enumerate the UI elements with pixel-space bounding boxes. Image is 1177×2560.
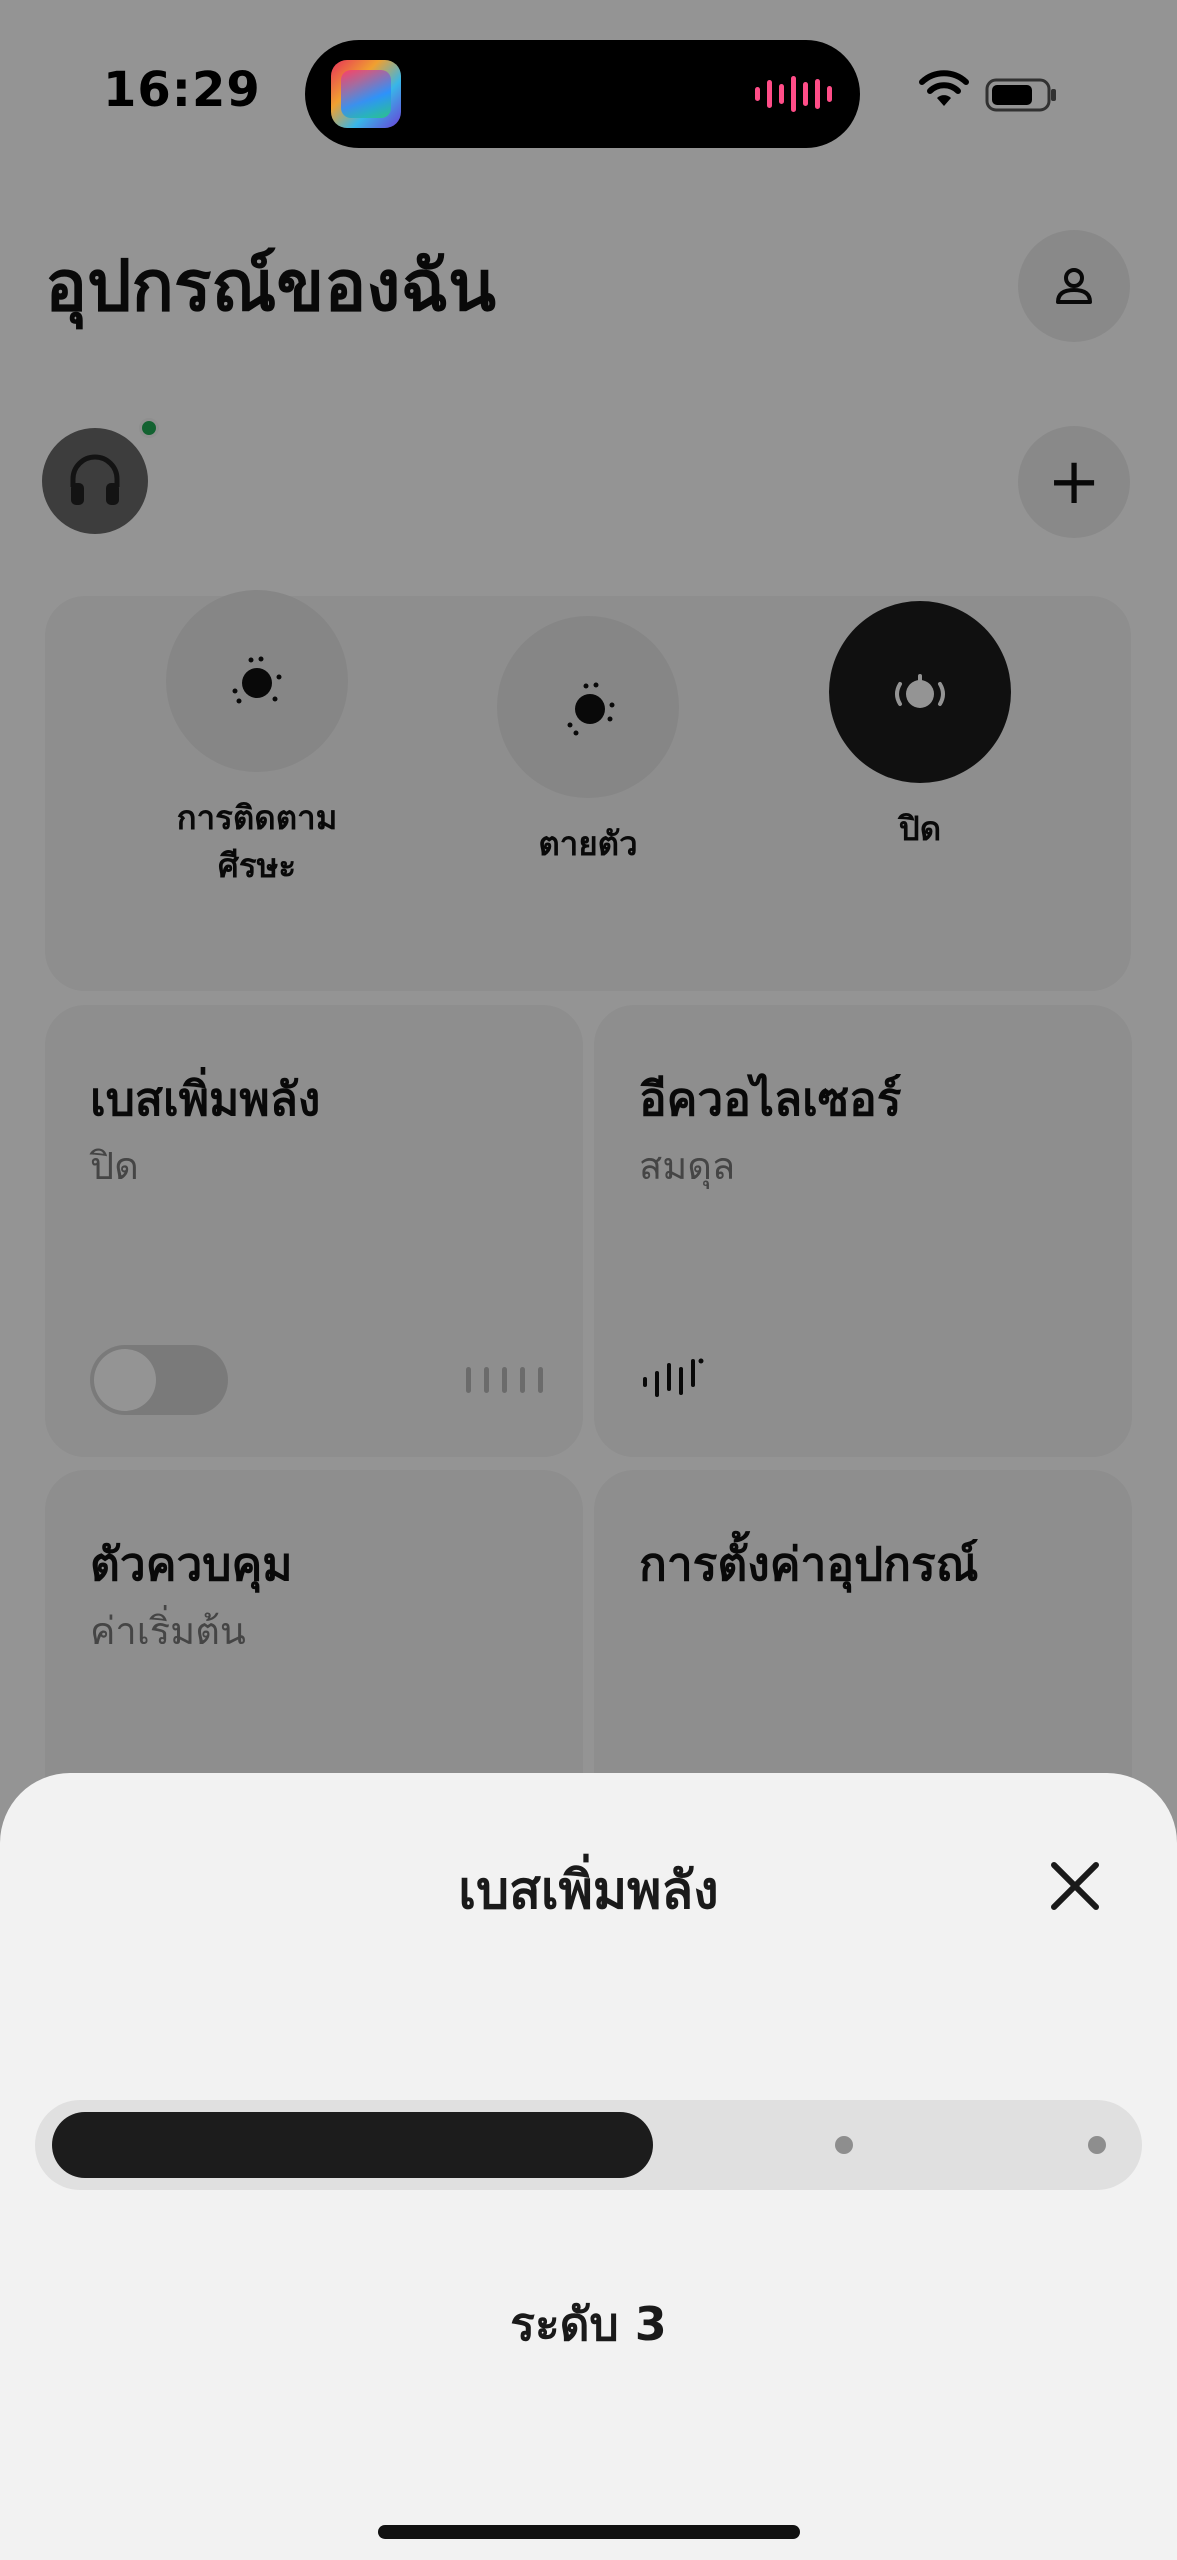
- slider-fill: [52, 2112, 653, 2178]
- close-icon[interactable]: [1040, 1851, 1110, 1921]
- home-indicator[interactable]: [378, 2525, 800, 2539]
- slider-step-dot[interactable]: [1088, 2136, 1106, 2154]
- bass-level-slider[interactable]: [35, 2100, 1142, 2190]
- dynamic-island[interactable]: [305, 40, 860, 148]
- slider-step-dot[interactable]: [835, 2136, 853, 2154]
- app-screen: 16:29 อุปกรณ์ของฉัน + การติดตาม ศีรษะ ตา…: [0, 0, 1177, 2560]
- level-label: ระดับ 3: [510, 2297, 667, 2351]
- sheet-title: เบสเพิ่มพลัง: [458, 1861, 719, 1921]
- bass-boost-sheet: เบสเพิ่มพลัง ระดับ 3: [0, 1773, 1177, 2560]
- now-playing-app-icon: [331, 60, 401, 128]
- audio-wave-icon: [755, 72, 832, 116]
